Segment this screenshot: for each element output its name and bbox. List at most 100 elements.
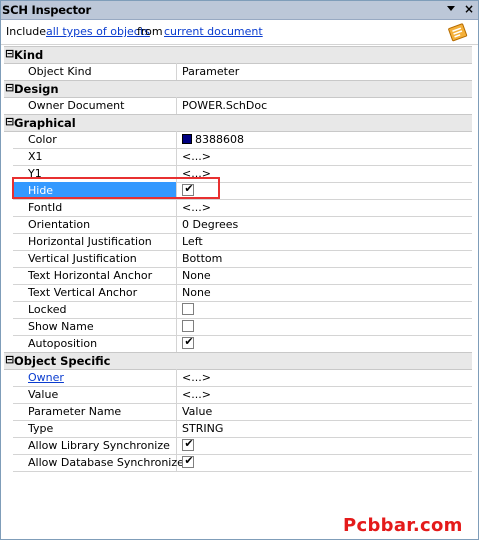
check-icon	[183, 318, 195, 330]
include-from-label: from	[137, 25, 163, 38]
autoposition-checkbox[interactable]: ✔	[182, 335, 194, 349]
property-row-autoposition[interactable]: Autoposition ✔	[13, 335, 472, 353]
property-row-vertical-justification[interactable]: Vertical Justification Bottom	[13, 250, 472, 268]
property-row-owner-document[interactable]: Owner Document POWER.SchDoc	[13, 97, 472, 115]
object-types-filter-link[interactable]: all types of objects	[46, 25, 150, 38]
collapse-icon[interactable]: ⊟	[5, 116, 14, 128]
property-value[interactable]: 0 Degrees	[178, 216, 472, 233]
property-name: Value	[13, 386, 177, 403]
property-row-type[interactable]: Type STRING	[13, 420, 472, 438]
color-swatch[interactable]	[182, 134, 192, 144]
category-label: Object Specific	[14, 354, 111, 368]
property-name: FontId	[13, 199, 177, 216]
color-value: 8388608	[195, 133, 244, 146]
property-value[interactable]: <...>	[178, 165, 472, 182]
property-name: Vertical Justification	[13, 250, 177, 267]
property-row-orientation[interactable]: Orientation 0 Degrees	[13, 216, 472, 234]
property-row-show-name[interactable]: Show Name	[13, 318, 472, 336]
query-builder-icon[interactable]	[447, 22, 469, 42]
property-row-hide[interactable]: Hide ✔	[13, 182, 472, 200]
check-icon: ✔	[184, 437, 194, 450]
property-row-color[interactable]: Color 8388608	[13, 131, 472, 149]
property-value[interactable]: ✔	[178, 437, 472, 454]
close-icon[interactable]: ×	[462, 2, 476, 16]
collapse-icon[interactable]: ⊟	[5, 48, 14, 60]
property-value[interactable]: None	[178, 267, 472, 284]
owner-link[interactable]: Owner	[28, 371, 64, 384]
property-name: Hide	[13, 182, 177, 199]
property-value[interactable]	[178, 318, 472, 335]
property-value[interactable]: ✔	[178, 454, 472, 471]
property-value[interactable]: <...>	[178, 369, 472, 386]
include-prefix: Include	[6, 25, 47, 38]
property-value[interactable]: STRING	[178, 420, 472, 437]
property-name: Locked	[13, 301, 177, 318]
property-name: Owner	[13, 369, 177, 386]
hide-checkbox[interactable]: ✔	[182, 182, 194, 196]
category-kind[interactable]: ⊟ Kind	[4, 46, 472, 64]
property-row-y1[interactable]: Y1 <...>	[13, 165, 472, 183]
property-name: Autoposition	[13, 335, 177, 352]
allow-database-sync-checkbox[interactable]: ✔	[182, 454, 194, 468]
property-name: Type	[13, 420, 177, 437]
collapse-icon[interactable]: ⊟	[5, 354, 14, 366]
property-value[interactable]: Bottom	[178, 250, 472, 267]
property-row-x1[interactable]: X1 <...>	[13, 148, 472, 166]
property-row-allow-database-synchronize[interactable]: Allow Database Synchronize ✔	[13, 454, 472, 472]
category-object-specific[interactable]: ⊟ Object Specific	[4, 352, 472, 370]
property-value[interactable]: Parameter	[178, 63, 472, 80]
property-value[interactable]: <...>	[178, 199, 472, 216]
check-icon: ✔	[184, 182, 194, 195]
property-value[interactable]: 8388608	[178, 131, 472, 148]
property-value[interactable]: <...>	[178, 148, 472, 165]
property-name: Show Name	[13, 318, 177, 335]
property-value[interactable]: ✔	[178, 182, 472, 199]
property-row-value[interactable]: Value <...>	[13, 386, 472, 404]
property-row-text-vertical-anchor[interactable]: Text Vertical Anchor None	[13, 284, 472, 302]
property-value[interactable]: <...>	[178, 386, 472, 403]
property-value[interactable]	[178, 301, 472, 318]
property-row-text-horizontal-anchor[interactable]: Text Horizontal Anchor None	[13, 267, 472, 285]
property-row-allow-library-synchronize[interactable]: Allow Library Synchronize ✔	[13, 437, 472, 455]
check-icon	[183, 301, 195, 313]
property-name: Y1	[13, 165, 177, 182]
property-row-object-kind[interactable]: Object Kind Parameter	[13, 63, 472, 81]
watermark-text: Pcbbar.com	[343, 515, 463, 536]
allow-library-sync-checkbox[interactable]: ✔	[182, 437, 194, 451]
scope-filter-link[interactable]: current document	[164, 25, 263, 38]
category-graphical[interactable]: ⊟ Graphical	[4, 114, 472, 132]
property-name: Allow Database Synchronize	[13, 454, 184, 471]
property-value[interactable]: Value	[178, 403, 472, 420]
window-title: SCH Inspector	[2, 3, 91, 17]
sch-inspector-panel: SCH Inspector × Include all types of obj…	[0, 0, 479, 540]
panel-menu-chevron-down-icon[interactable]	[447, 6, 455, 11]
include-filter-bar: Include all types of objects from curren…	[1, 20, 478, 45]
property-value[interactable]: ✔	[178, 335, 472, 352]
category-label: Design	[14, 82, 59, 96]
property-value[interactable]: Left	[178, 233, 472, 250]
property-value[interactable]: POWER.SchDoc	[178, 97, 472, 114]
check-icon: ✔	[184, 335, 194, 348]
property-name: Parameter Name	[13, 403, 177, 420]
title-bar: SCH Inspector ×	[1, 1, 478, 20]
property-row-owner[interactable]: Owner <...>	[13, 369, 472, 387]
property-name: Horizontal Justification	[13, 233, 177, 250]
property-name: Allow Library Synchronize	[13, 437, 177, 454]
category-label: Graphical	[14, 116, 76, 130]
check-icon: ✔	[184, 454, 194, 467]
property-name: Owner Document	[13, 97, 177, 114]
category-label: Kind	[14, 48, 44, 62]
category-design[interactable]: ⊟ Design	[4, 80, 472, 98]
property-row-horizontal-justification[interactable]: Horizontal Justification Left	[13, 233, 472, 251]
property-name: Text Horizontal Anchor	[13, 267, 177, 284]
property-row-locked[interactable]: Locked	[13, 301, 472, 319]
property-name: Object Kind	[13, 63, 177, 80]
show-name-checkbox[interactable]	[182, 320, 194, 332]
collapse-icon[interactable]: ⊟	[5, 82, 14, 94]
property-value[interactable]: None	[178, 284, 472, 301]
property-name: Orientation	[13, 216, 177, 233]
locked-checkbox[interactable]	[182, 303, 194, 315]
property-name: X1	[13, 148, 177, 165]
property-row-parameter-name[interactable]: Parameter Name Value	[13, 403, 472, 421]
property-row-fontid[interactable]: FontId <...>	[13, 199, 472, 217]
